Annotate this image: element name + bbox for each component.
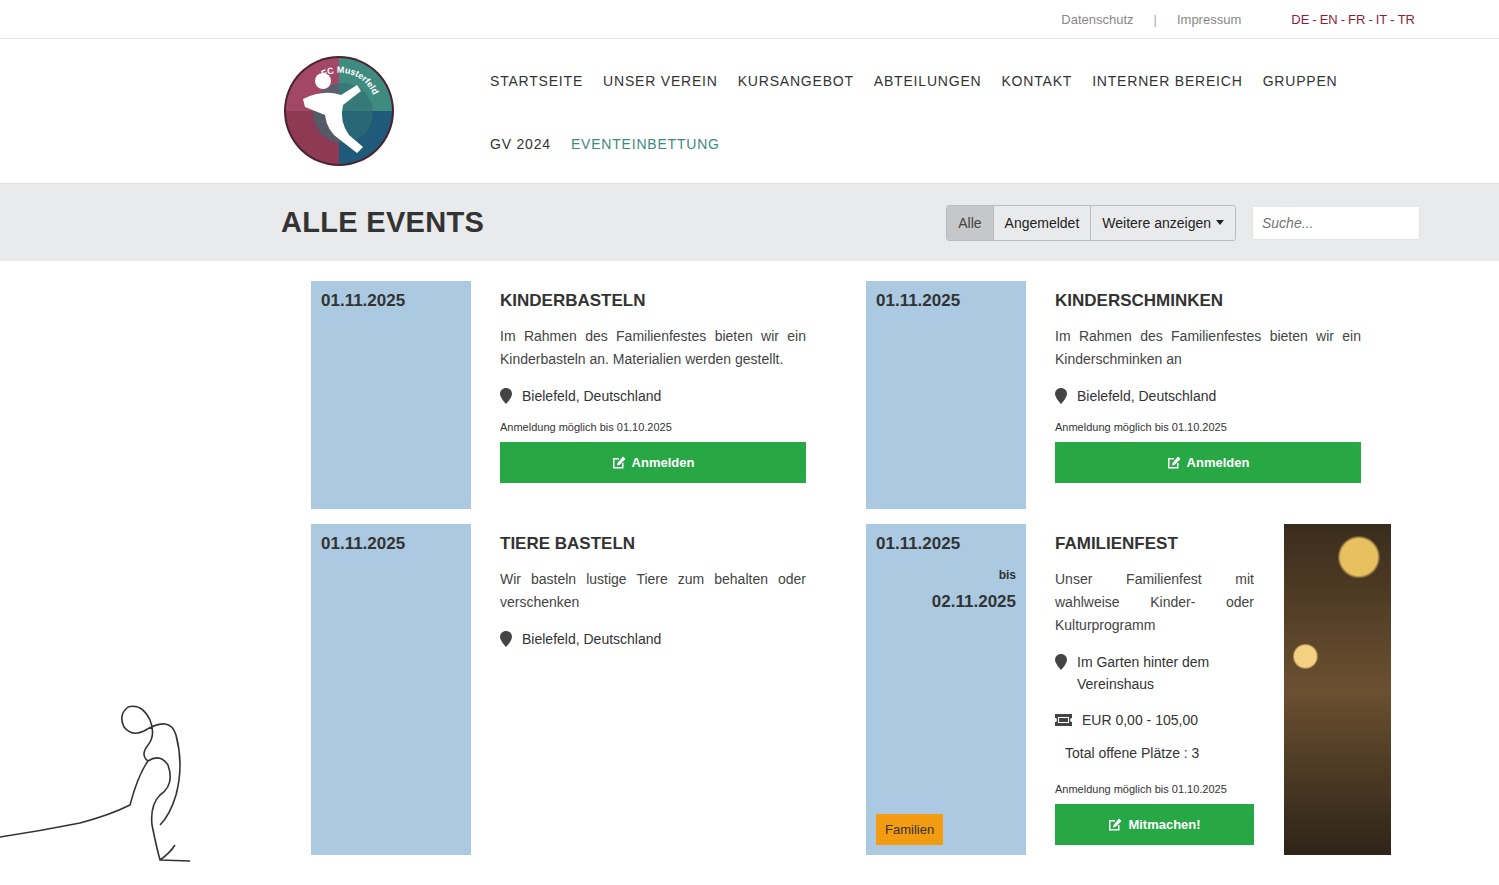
date-column: 01.11.2025 bis 02.11.2025 Familien <box>866 524 1026 855</box>
event-title[interactable]: TIERE BASTELN <box>500 534 806 554</box>
event-card: 01.11.2025 TIERE BASTELN Wir basteln lusti… <box>311 524 836 855</box>
header: FC Musterfeld STARTSEITE UNSER VEREIN KURSA… <box>0 39 1499 184</box>
edit-icon <box>1108 818 1122 831</box>
event-card: 01.11.2025 KINDERBASTELN Im Rahmen des Fam… <box>311 281 836 509</box>
nav-item[interactable]: UNSER VEREIN <box>603 61 718 124</box>
language-separator: - <box>1312 12 1316 27</box>
nav-item[interactable]: EVENTEINBETTUNG <box>571 124 720 187</box>
filter-group: AlleAngemeldetWeitere anzeigen <box>946 205 1236 241</box>
register-button[interactable]: Mitmachen! <box>1055 804 1254 845</box>
event-price: EUR 0,00 - 105,00 <box>1055 709 1254 731</box>
language-link[interactable]: FR <box>1348 12 1365 27</box>
separator: | <box>1154 12 1157 27</box>
registration-deadline: Anmeldung möglich bis 01.10.2025 <box>500 421 806 433</box>
top-link[interactable]: Impressum <box>1177 12 1241 27</box>
until-label: bis <box>876 568 1016 582</box>
filter-button[interactable]: Alle <box>947 206 992 240</box>
language-link[interactable]: DE <box>1291 12 1309 27</box>
caret-icon <box>1216 220 1224 225</box>
language-link[interactable]: IT <box>1376 12 1388 27</box>
start-date: 01.11.2025 <box>321 291 461 311</box>
event-location: Bielefeld, Deutschland <box>1055 385 1361 407</box>
title-band: ALLE EVENTS AlleAngemeldetWeitere anzeige… <box>0 184 1499 261</box>
page-title: ALLE EVENTS <box>281 206 484 239</box>
map-pin-icon <box>500 631 512 647</box>
date-column: 01.11.2025 <box>311 524 471 855</box>
registration-deadline: Anmeldung möglich bis 01.10.2025 <box>1055 421 1361 433</box>
open-spots: Total offene Plätze : 3 <box>1065 745 1254 761</box>
search-input[interactable] <box>1252 206 1420 240</box>
category-tag[interactable]: Familien <box>876 814 943 845</box>
map-pin-icon <box>500 388 512 404</box>
event-description: Im Rahmen des Familienfestes bieten wir … <box>1055 325 1361 371</box>
filter-button[interactable]: Angemeldet <box>993 206 1091 240</box>
logo-text: FC Musterfeld <box>320 65 381 96</box>
event-card: 01.11.2025 KINDERSCHMINKEN Im Rahmen des F… <box>866 281 1391 509</box>
register-button[interactable]: Anmelden <box>1055 442 1361 483</box>
event-title[interactable]: KINDERSCHMINKEN <box>1055 291 1361 311</box>
start-date: 01.11.2025 <box>876 291 1016 311</box>
date-column: 01.11.2025 <box>866 281 1026 509</box>
end-date: 02.11.2025 <box>876 592 1016 612</box>
start-date: 01.11.2025 <box>321 534 461 554</box>
nav-item[interactable]: STARTSEITE <box>490 61 583 124</box>
logo[interactable]: FC Musterfeld <box>283 39 490 183</box>
page: Datenschutz|ImpressumDE-EN-FR-IT-TRFC Mu… <box>0 0 1499 885</box>
event-location: Bielefeld, Deutschland <box>500 385 806 407</box>
map-pin-icon <box>1055 654 1067 670</box>
event-photo <box>1284 524 1391 855</box>
language-switcher: DE-EN-FR-IT-TR <box>1291 12 1415 27</box>
ticket-icon <box>1055 714 1072 726</box>
club-logo-icon[interactable]: FC Musterfeld <box>283 55 395 167</box>
top-link[interactable]: Datenschutz <box>1061 12 1133 27</box>
nav-item[interactable]: ABTEILUNGEN <box>874 61 982 124</box>
registration-deadline: Anmeldung möglich bis 01.10.2025 <box>1055 783 1254 795</box>
date-column: 01.11.2025 <box>311 281 471 509</box>
event-location: Im Garten hinter dem Vereinshaus <box>1055 651 1254 695</box>
top-bar: Datenschutz|ImpressumDE-EN-FR-IT-TR <box>0 0 1499 39</box>
yoga-drawing-icon <box>0 695 200 870</box>
register-button[interactable]: Anmelden <box>500 442 806 483</box>
edit-icon <box>612 456 626 469</box>
event-title[interactable]: FAMILIENFEST <box>1055 534 1254 554</box>
event-title[interactable]: KINDERBASTELN <box>500 291 806 311</box>
language-separator: - <box>1368 12 1372 27</box>
language-link[interactable]: EN <box>1320 12 1338 27</box>
language-separator: - <box>1390 12 1394 27</box>
nav-item[interactable]: KONTAKT <box>1001 61 1072 124</box>
main-nav: STARTSEITE UNSER VEREIN KURSANGEBOT ABTEILU… <box>490 39 1390 183</box>
edit-icon <box>1167 456 1181 469</box>
event-description: Unser Familienfest mit wahlweise Kinder-… <box>1055 568 1254 637</box>
event-description: Im Rahmen des Familienfestes bieten wir … <box>500 325 806 371</box>
event-card: 01.11.2025 bis 02.11.2025 Familien FAMILIENF… <box>866 524 1391 855</box>
event-location: Bielefeld, Deutschland <box>500 628 806 650</box>
map-pin-icon <box>1055 388 1067 404</box>
start-date: 01.11.2025 <box>876 534 1016 554</box>
language-link[interactable]: TR <box>1398 12 1415 27</box>
language-separator: - <box>1341 12 1345 27</box>
nav-item[interactable]: GRUPPEN <box>1263 61 1338 124</box>
event-grid: 01.11.2025 KINDERBASTELN Im Rahmen des Fam… <box>0 261 1499 855</box>
nav-item[interactable]: KURSANGEBOT <box>738 61 854 124</box>
filter-button[interactable]: Weitere anzeigen <box>1090 206 1235 240</box>
nav-item[interactable]: GV 2024 <box>490 124 551 187</box>
event-description: Wir basteln lustige Tiere zum behalten o… <box>500 568 806 614</box>
nav-item[interactable]: INTERNER BEREICH <box>1092 61 1242 124</box>
